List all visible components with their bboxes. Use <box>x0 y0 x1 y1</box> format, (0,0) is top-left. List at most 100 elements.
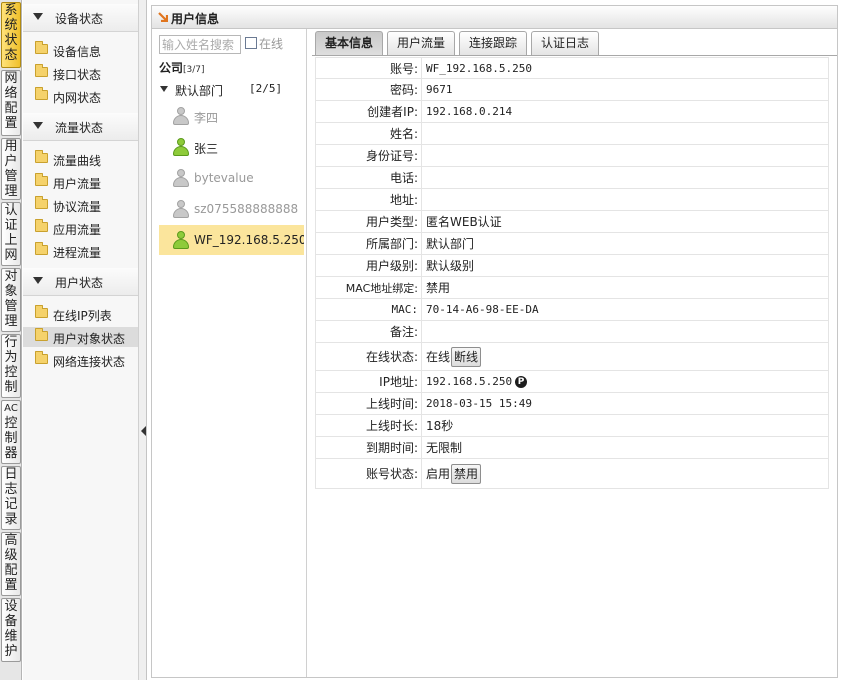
vtab-char: 维 <box>4 629 18 644</box>
nav-item-traffic-curve[interactable]: 流量曲线 <box>23 149 138 169</box>
field-label: 地址: <box>316 189 422 210</box>
nav-section-label: 用户状态 <box>55 276 104 290</box>
user-offline-icon <box>173 107 189 125</box>
folder-icon <box>35 305 48 318</box>
nav-item-lan-status[interactable]: 内网状态 <box>23 86 138 106</box>
user-list-pane: 在线 公司[3/7] 默认部门 [2/5] 李四 张三 bytevalue sz… <box>152 29 307 677</box>
info-row-name: 姓名: <box>315 123 829 145</box>
panel-title: 用户信息 <box>171 12 220 26</box>
nav-item-interface-status[interactable]: 接口状态 <box>23 63 138 83</box>
online-only-label: 在线 <box>259 37 284 51</box>
nav-section-label: 设备状态 <box>55 12 104 26</box>
arrow-icon <box>158 12 168 22</box>
vtab-char: 置 <box>4 116 18 131</box>
vertical-tab-strip: 系统状态 网络配置 用户管理 认证上网 对象管理 行为控制 AC 控制器 日志记录… <box>0 0 22 680</box>
folder-icon <box>35 328 48 341</box>
field-label: 姓名: <box>316 123 422 144</box>
password-value: 9671 <box>426 83 453 96</box>
account-status-cell: 启用 禁用 <box>426 459 482 488</box>
vtab-char: 上 <box>4 233 18 248</box>
field-label: IP地址: <box>316 371 422 392</box>
user-list-item-selected[interactable]: WF_192.168.5.250 <box>159 225 304 255</box>
company-node[interactable]: 公司[3/7] <box>159 59 205 76</box>
panel-header: 用户信息 <box>152 6 837 29</box>
vtab-device-maintenance[interactable]: 设备维护 <box>1 598 21 662</box>
vtab-auth-internet[interactable]: 认证上网 <box>1 202 21 266</box>
field-label: 备注: <box>316 321 422 342</box>
user-list-item[interactable]: 张三 <box>159 132 304 162</box>
level-value: 默认级别 <box>426 259 475 273</box>
vtab-char: 行 <box>4 335 18 350</box>
vtab-log-records[interactable]: 日志记录 <box>1 466 21 530</box>
nav-item-label: 设备信息 <box>53 45 102 59</box>
user-search-input[interactable] <box>159 35 241 54</box>
tab-connection-tracking[interactable]: 连接跟踪 <box>459 31 527 55</box>
user-online-icon <box>173 138 189 156</box>
field-label: MAC: <box>316 299 422 320</box>
vtab-char: 控 <box>4 416 18 431</box>
disable-account-button[interactable]: 禁用 <box>451 463 482 484</box>
dept-label: 默认部门 <box>175 84 224 98</box>
vtab-char: 置 <box>4 578 18 593</box>
user-list-item[interactable]: 李四 <box>159 101 304 131</box>
vtab-behavior-control[interactable]: 行为控制 <box>1 334 21 398</box>
vtab-char: 为 <box>4 350 18 365</box>
nav-section-traffic-status[interactable]: 流量状态 <box>23 113 138 141</box>
vtab-user-management[interactable]: 用户管理 <box>1 138 21 200</box>
folder-icon <box>35 219 48 232</box>
vtab-ac-controller[interactable]: AC 控制器 <box>1 400 21 464</box>
nav-item-user-object-status[interactable]: 用户对象状态 <box>23 327 138 347</box>
disconnect-button[interactable]: 断线 <box>451 346 482 367</box>
nav-item-label: 流量曲线 <box>53 154 102 168</box>
user-name: bytevalue <box>194 171 254 185</box>
field-label: 上线时长: <box>316 415 422 436</box>
nav-item-label: 内网状态 <box>53 91 102 105</box>
field-label: 电话: <box>316 167 422 188</box>
info-row-user-type: 用户类型: 匿名WEB认证 <box>315 211 829 233</box>
nav-tree: 设备状态 设备信息 接口状态 内网状态 流量状态 流量曲线 用户流量 协议流量 … <box>23 0 138 680</box>
info-row-account-status: 账号状态: 启用 禁用 <box>315 459 829 489</box>
nav-item-process-traffic[interactable]: 进程流量 <box>23 241 138 261</box>
online-duration-value: 18秒 <box>426 419 454 433</box>
info-row-online-status: 在线状态: 在线 断线 <box>315 343 829 371</box>
vtab-system-status[interactable]: 系统状态 <box>1 2 21 68</box>
user-online-icon <box>173 231 189 249</box>
nav-item-network-connection-status[interactable]: 网络连接状态 <box>23 350 138 370</box>
tab-user-traffic[interactable]: 用户流量 <box>387 31 455 55</box>
nav-item-user-traffic[interactable]: 用户流量 <box>23 172 138 192</box>
tab-basic-info[interactable]: 基本信息 <box>315 31 383 55</box>
folder-icon <box>35 150 48 163</box>
online-only-checkbox[interactable] <box>245 37 257 49</box>
online-status-value: 在线 <box>426 350 451 364</box>
info-row-level: 用户级别: 默认级别 <box>315 255 829 277</box>
nav-section-device-status[interactable]: 设备状态 <box>23 4 138 32</box>
dept-node[interactable]: 默认部门 [2/5] <box>159 81 299 99</box>
vtab-char: 理 <box>4 314 18 329</box>
vtab-char: 录 <box>4 512 18 527</box>
nav-item-online-ip-list[interactable]: 在线IP列表 <box>23 304 138 324</box>
tab-auth-log[interactable]: 认证日志 <box>531 31 599 55</box>
nav-section-user-status[interactable]: 用户状态 <box>23 268 138 296</box>
account-status-value: 启用 <box>426 467 451 481</box>
vtab-network-config[interactable]: 网络配置 <box>1 70 21 136</box>
folder-icon <box>35 242 48 255</box>
nav-item-app-traffic[interactable]: 应用流量 <box>23 218 138 238</box>
creator-ip-value: 192.168.0.214 <box>426 105 513 118</box>
user-list-item[interactable]: bytevalue <box>159 163 304 193</box>
user-offline-icon <box>173 200 189 218</box>
nav-item-device-info[interactable]: 设备信息 <box>23 40 138 60</box>
info-row-idcard: 身份证号: <box>315 145 829 167</box>
user-type-value: 匿名WEB认证 <box>426 215 502 229</box>
vtab-object-management[interactable]: 对象管理 <box>1 268 21 332</box>
folder-icon <box>35 41 48 54</box>
vtab-char: 制 <box>4 380 18 395</box>
expand-triangle-icon <box>160 86 168 92</box>
online-status-cell: 在线 断线 <box>426 343 482 370</box>
user-list-item[interactable]: sz075588888888 <box>159 194 304 224</box>
vtab-advanced-config[interactable]: 高级配置 <box>1 532 21 596</box>
nav-item-protocol-traffic[interactable]: 协议流量 <box>23 195 138 215</box>
collapse-triangle-icon <box>33 13 43 20</box>
user-name: sz075588888888 <box>194 202 299 216</box>
sidebar-collapse-handle[interactable] <box>138 0 147 680</box>
info-row-creator-ip: 创建者IP: 192.168.0.214 <box>315 101 829 123</box>
